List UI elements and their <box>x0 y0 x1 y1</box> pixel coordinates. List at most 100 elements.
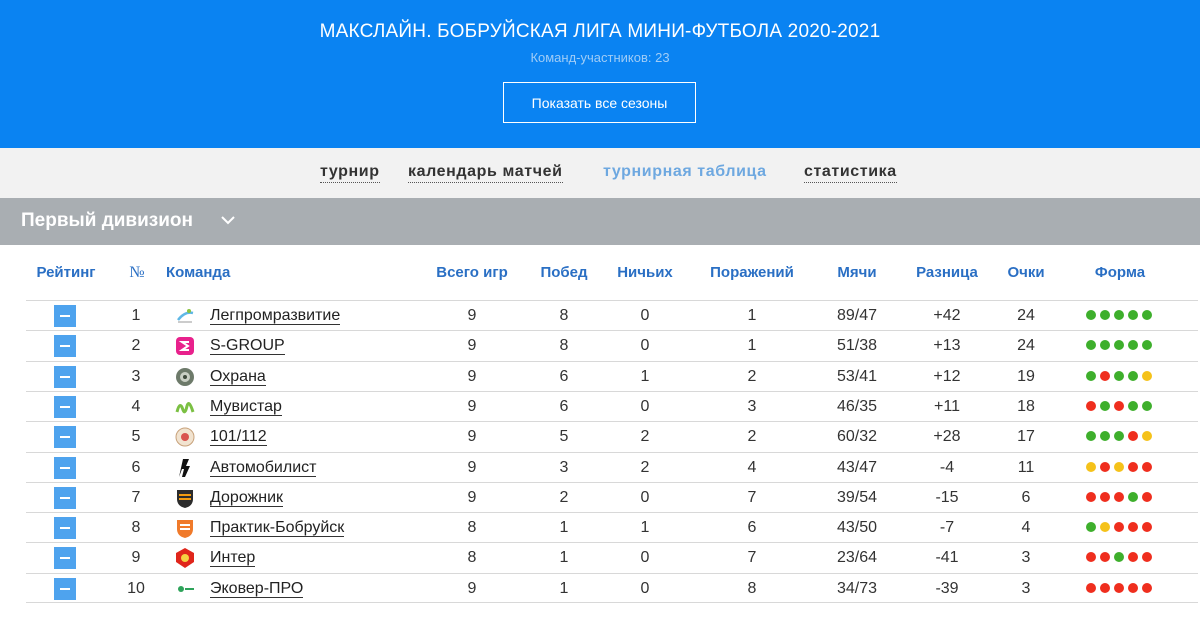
table-row: 3 Охрана 9 6 1 2 53/41 +12 19 <box>26 360 1198 391</box>
position: 8 <box>131 519 141 537</box>
header-goals: Мячи <box>837 264 877 281</box>
division-selector[interactable]: Первый дивизион <box>0 198 1200 245</box>
losses-count: 4 <box>747 458 757 476</box>
tournament-nav: турнир календарь матчей турнирная таблиц… <box>0 148 1200 198</box>
header-diff: Разница <box>916 264 978 281</box>
points-count: 3 <box>1021 549 1031 567</box>
form-dot-loss <box>1128 582 1138 593</box>
ekover-logo-icon <box>174 578 196 600</box>
form-dot-win <box>1114 431 1124 442</box>
team-link[interactable]: 101/112 <box>210 428 267 447</box>
form-dot-win <box>1128 491 1138 502</box>
team-cell: Практик-Бобруйск <box>210 519 345 538</box>
position: 6 <box>131 458 141 476</box>
form-dot-win <box>1142 310 1152 320</box>
games-count: 9 <box>467 458 477 476</box>
form-dot-loss <box>1086 552 1096 563</box>
goal-difference: -4 <box>939 458 955 476</box>
team-cell: Эковер-ПРО <box>210 579 304 598</box>
form-dot-win <box>1128 400 1138 411</box>
rating-toggle-button[interactable] <box>54 395 76 418</box>
team-link[interactable]: Охрана <box>210 367 266 386</box>
games-count: 9 <box>467 428 477 446</box>
header-wins: Побед <box>540 264 588 281</box>
losses-count: 6 <box>747 519 757 537</box>
form-dot-loss <box>1100 582 1110 593</box>
header-form: Форма <box>1094 264 1146 281</box>
position: 2 <box>131 337 141 355</box>
form-indicator <box>1086 400 1152 411</box>
rating-toggle-button[interactable] <box>54 517 76 540</box>
form-dot-loss <box>1128 431 1138 442</box>
team-link[interactable]: Автомобилист <box>210 458 317 477</box>
form-dot-loss <box>1114 400 1124 411</box>
games-count: 9 <box>467 397 477 415</box>
header-draws: Ничьих <box>617 264 673 281</box>
team-link[interactable]: Легпромразвитие <box>210 307 341 325</box>
form-dot-loss <box>1114 582 1124 593</box>
header-number: № <box>129 264 145 281</box>
team-cell: Охрана <box>210 367 266 386</box>
rating-toggle-button[interactable] <box>54 365 76 388</box>
team-link[interactable]: Дорожник <box>210 488 284 507</box>
wins-count: 1 <box>559 549 569 567</box>
show-all-seasons-button[interactable]: Показать все сезоны <box>503 82 696 123</box>
team-link[interactable]: S-GROUP <box>210 337 285 356</box>
form-dot-win <box>1086 370 1096 381</box>
form-dot-loss <box>1086 400 1096 411</box>
nav-calendar[interactable]: календарь матчей <box>408 163 563 183</box>
draws-count: 0 <box>640 549 650 567</box>
team-cell: 101/112 <box>210 428 267 447</box>
table-row: 1 Легпромразвитие 9 8 0 1 89/47 +42 24 <box>26 300 1198 330</box>
games-count: 9 <box>467 307 477 324</box>
position: 3 <box>131 367 141 385</box>
nav-standings[interactable]: турнирная таблица <box>603 163 767 182</box>
tournament-title: МАКСЛАЙН. БОБРУЙСКАЯ ЛИГА МИНИ-ФУТБОЛА 2… <box>319 21 881 42</box>
form-dot-win <box>1086 310 1096 320</box>
table-row: 6 Автомобилист 9 3 2 4 43/47 -4 11 <box>26 451 1198 482</box>
rating-toggle-button[interactable] <box>54 486 76 509</box>
form-dot-win <box>1100 431 1110 442</box>
avtomobilist-logo-icon <box>174 457 196 479</box>
position: 7 <box>131 488 141 506</box>
table-row: 8 Практик-Бобруйск 8 1 1 6 43/50 -7 4 <box>26 512 1198 542</box>
form-dot-win <box>1086 431 1096 442</box>
points-count: 3 <box>1021 579 1031 597</box>
header-games: Всего игр <box>436 264 508 281</box>
rating-toggle-button[interactable] <box>54 456 76 479</box>
nav-tournament[interactable]: турнир <box>320 163 380 183</box>
form-dot-loss <box>1142 552 1152 563</box>
rating-toggle-button[interactable] <box>54 335 76 358</box>
table-row: 2 S-GROUP 9 8 0 1 51/38 +13 24 <box>26 330 1198 360</box>
team-link[interactable]: Практик-Бобруйск <box>210 519 345 538</box>
team-link[interactable]: Эковер-ПРО <box>210 579 304 598</box>
goals-ratio: 43/50 <box>836 519 878 537</box>
wins-count: 5 <box>559 428 569 446</box>
form-dot-draw <box>1086 461 1096 472</box>
rating-toggle-button[interactable] <box>54 305 76 327</box>
draws-count: 2 <box>640 428 650 446</box>
nav-statistics[interactable]: статистика <box>804 163 897 183</box>
games-count: 8 <box>467 519 477 537</box>
form-dot-win <box>1086 340 1096 351</box>
losses-count: 2 <box>747 367 757 385</box>
wins-count: 2 <box>559 488 569 506</box>
movistar-logo-icon <box>174 396 196 418</box>
wins-count: 1 <box>559 579 569 597</box>
team-link[interactable]: Мувистар <box>210 397 282 416</box>
team-link[interactable]: Интер <box>210 549 256 568</box>
form-dot-loss <box>1128 461 1138 472</box>
101-112-logo-icon <box>174 426 196 448</box>
goals-ratio: 39/54 <box>836 488 878 506</box>
division-name: Первый дивизион <box>21 210 194 231</box>
goals-ratio: 23/64 <box>836 549 878 567</box>
form-dot-win <box>1128 340 1138 351</box>
goal-difference: +42 <box>933 307 961 324</box>
form-dot-win <box>1100 400 1110 411</box>
wins-count: 8 <box>559 307 569 324</box>
rating-toggle-button[interactable] <box>54 547 76 570</box>
points-count: 6 <box>1021 488 1031 506</box>
position: 9 <box>131 549 141 567</box>
rating-toggle-button[interactable] <box>54 577 76 600</box>
rating-toggle-button[interactable] <box>54 426 76 449</box>
